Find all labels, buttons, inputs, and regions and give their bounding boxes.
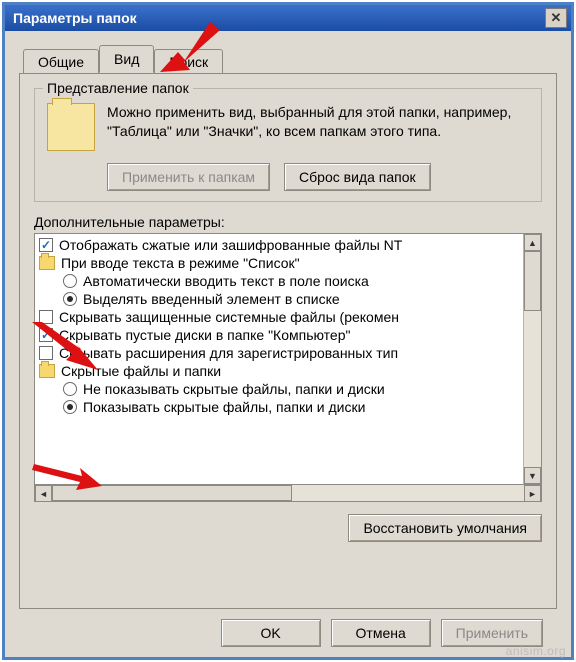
hscroll-track[interactable] <box>52 485 524 501</box>
checkbox-icon[interactable] <box>39 310 53 324</box>
scroll-up-arrow-icon[interactable]: ▲ <box>524 234 541 251</box>
list-item[interactable]: Скрывать расширения для зарегистрированн… <box>37 344 521 362</box>
close-icon: ✕ <box>551 10 562 26</box>
list-item[interactable]: Скрывать пустые диски в папке "Компьютер… <box>37 326 521 344</box>
tab-general[interactable]: Общие <box>23 49 99 74</box>
list-item[interactable]: Скрытые файлы и папки <box>37 362 521 380</box>
list-item[interactable]: При вводе текста в режиме "Список" <box>37 254 521 272</box>
radio-icon[interactable] <box>63 292 77 306</box>
list-item-label: Выделять введенный элемент в списке <box>83 291 340 307</box>
title-bar[interactable]: Параметры папок ✕ <box>5 5 571 31</box>
list-item-label: Отображать сжатые или зашифрованные файл… <box>59 237 402 253</box>
reset-folders-button[interactable]: Сброс вида папок <box>284 163 431 191</box>
cancel-button[interactable]: Отмена <box>331 619 431 647</box>
list-item-label: Показывать скрытые файлы, папки и диски <box>83 399 365 415</box>
tab-content-view: Представление папок Можно применить вид,… <box>19 73 557 609</box>
tab-row: Общие Вид Поиск <box>23 45 557 73</box>
list-item[interactable]: Выделять введенный элемент в списке <box>37 290 521 308</box>
list-item[interactable]: Не показывать скрытые файлы, папки и дис… <box>37 380 521 398</box>
vertical-scrollbar[interactable]: ▲ ▼ <box>523 234 541 484</box>
dialog-buttons: OK Отмена Применить <box>19 609 557 647</box>
hscroll-thumb[interactable] <box>52 485 292 501</box>
radio-icon[interactable] <box>63 274 77 288</box>
close-button[interactable]: ✕ <box>545 8 567 28</box>
list-item[interactable]: Отображать сжатые или зашифрованные файл… <box>37 236 521 254</box>
window-title: Параметры папок <box>13 10 545 26</box>
scroll-left-arrow-icon[interactable]: ◄ <box>35 485 52 502</box>
radio-icon[interactable] <box>63 400 77 414</box>
restore-defaults-button[interactable]: Восстановить умолчания <box>348 514 542 542</box>
list-item-label: При вводе текста в режиме "Список" <box>61 255 300 271</box>
checkbox-icon[interactable] <box>39 346 53 360</box>
list-item-label: Скрывать защищенные системные файлы (рек… <box>59 309 399 325</box>
advanced-label: Дополнительные параметры: <box>34 214 542 230</box>
horizontal-scrollbar[interactable]: ◄ ► <box>34 484 542 502</box>
apply-to-folders-button[interactable]: Применить к папкам <box>107 163 270 191</box>
tab-search[interactable]: Поиск <box>154 49 223 74</box>
list-item-label: Скрытые файлы и папки <box>61 363 221 379</box>
list-item-label: Не показывать скрытые файлы, папки и дис… <box>83 381 385 397</box>
list-item[interactable]: Показывать скрытые файлы, папки и диски <box>37 398 521 416</box>
advanced-list: Отображать сжатые или зашифрованные файл… <box>34 233 542 485</box>
dialog-body: Общие Вид Поиск Представление папок Можн… <box>5 31 571 657</box>
checkbox-icon[interactable] <box>39 328 53 342</box>
list-item[interactable]: Скрывать защищенные системные файлы (рек… <box>37 308 521 326</box>
scroll-right-arrow-icon[interactable]: ► <box>524 485 541 502</box>
folder-icon <box>39 256 55 270</box>
list-item[interactable]: Автоматически вводить текст в поле поиск… <box>37 272 521 290</box>
ok-button[interactable]: OK <box>221 619 321 647</box>
dialog-window: Параметры папок ✕ Общие Вид Поиск Предст… <box>2 2 574 660</box>
folder-icon <box>39 364 55 378</box>
scroll-track[interactable] <box>524 251 541 467</box>
tab-view[interactable]: Вид <box>99 45 154 73</box>
apply-button[interactable]: Применить <box>441 619 543 647</box>
list-item-label: Автоматически вводить текст в поле поиск… <box>83 273 369 289</box>
list-item-label: Скрывать расширения для зарегистрированн… <box>59 345 398 361</box>
advanced-section: Дополнительные параметры: Отображать сжа… <box>34 214 542 542</box>
watermark: anisim.org <box>506 644 566 658</box>
list-item-label: Скрывать пустые диски в папке "Компьютер… <box>59 327 350 343</box>
folder-view-group: Представление папок Можно применить вид,… <box>34 88 542 202</box>
scroll-down-arrow-icon[interactable]: ▼ <box>524 467 541 484</box>
checkbox-icon[interactable] <box>39 238 53 252</box>
folder-view-description: Можно применить вид, выбранный для этой … <box>107 103 529 141</box>
radio-icon[interactable] <box>63 382 77 396</box>
folder-icon <box>47 103 95 151</box>
advanced-list-items: Отображать сжатые или зашифрованные файл… <box>35 234 523 484</box>
folder-view-caption: Представление папок <box>43 80 193 96</box>
scroll-thumb[interactable] <box>524 251 541 311</box>
